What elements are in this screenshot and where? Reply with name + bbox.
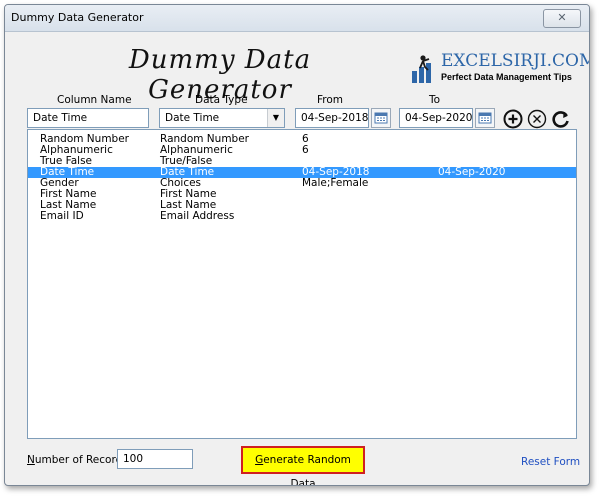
from-calendar-button[interactable] [371, 108, 391, 128]
close-button[interactable]: ✕ [543, 9, 581, 28]
column-name-input[interactable]: Date Time [27, 108, 149, 128]
person-climbing-bars-icon [412, 55, 431, 83]
reset-form-link[interactable]: Reset Form [521, 456, 580, 468]
list-item[interactable]: First Name First Name [28, 189, 576, 200]
add-row-button[interactable] [502, 108, 524, 130]
list-item[interactable]: Gender Choices Male;Female [28, 178, 576, 189]
app-window: Dummy Data Generator ✕ Dummy Data Genera… [4, 4, 590, 486]
chevron-down-icon[interactable]: ▼ [267, 109, 284, 127]
row-column-name: Email ID [40, 210, 84, 222]
logo-tagline: Perfect Data Management Tips [441, 72, 572, 82]
data-type-label: Data Type [195, 94, 248, 106]
list-item[interactable]: Last Name Last Name [28, 200, 576, 211]
refresh-button[interactable] [550, 108, 572, 130]
to-date-input[interactable]: 04-Sep-2020 [399, 108, 473, 128]
calendar-icon [374, 112, 388, 124]
logo-name: EXCELSIRJI.COM [441, 51, 590, 71]
columns-list[interactable]: Random Number Random Number 6 Alphanumeric A… [27, 129, 577, 439]
close-icon: ✕ [557, 11, 567, 24]
column-name-label: Column Name [57, 94, 132, 106]
title-bar: Dummy Data Generator ✕ [5, 5, 589, 32]
row-data-type: Email Address [160, 210, 235, 222]
add-circle-icon [503, 109, 523, 129]
records-input[interactable]: 100 [117, 449, 193, 469]
row-from: 6 [302, 144, 309, 156]
generate-accesskey: G [255, 454, 264, 466]
remove-circle-icon [527, 109, 547, 129]
records-label: Number of Records: [27, 454, 131, 466]
refresh-icon [552, 111, 569, 128]
generate-random-data-button[interactable]: Generate Random Data [241, 446, 365, 485]
brand-logo: EXCELSIRJI.COM Perfect Data Management T… [411, 51, 589, 87]
data-type-select[interactable]: Date Time ▼ [159, 108, 285, 128]
row-from: Male;Female [302, 177, 369, 189]
calendar-icon [478, 112, 492, 124]
from-date-input[interactable]: 04-Sep-2018 [295, 108, 369, 128]
to-label: To [429, 94, 441, 106]
to-calendar-button[interactable] [475, 108, 495, 128]
list-item[interactable]: Alphanumeric Alphanumeric 6 [28, 145, 576, 156]
records-label-accesskey: N [27, 454, 35, 466]
from-label: From [317, 94, 344, 106]
data-type-value: Date Time [165, 112, 220, 124]
remove-row-button[interactable] [526, 108, 548, 130]
window-title: Dummy Data Generator [11, 11, 144, 24]
generate-label: enerate Random Data [263, 454, 351, 486]
row-to: 04-Sep-2020 [438, 166, 506, 178]
list-item[interactable]: Email ID Email Address [28, 211, 576, 222]
